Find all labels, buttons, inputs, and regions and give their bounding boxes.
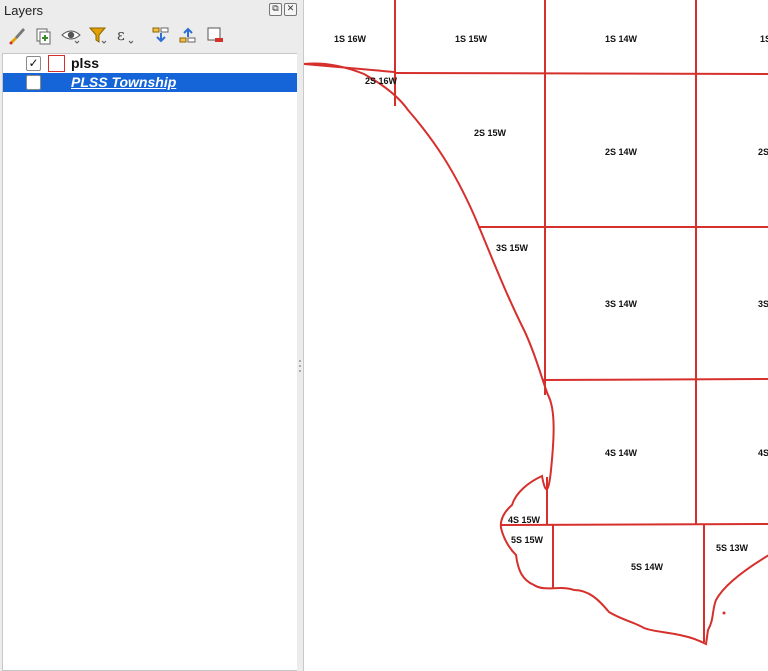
township-label: 2S 15W bbox=[474, 128, 507, 138]
township-boundaries bbox=[304, 0, 768, 646]
layer-visibility-checkbox[interactable] bbox=[26, 75, 41, 90]
layer-row-plss-township[interactable]: PLSS Township bbox=[3, 73, 297, 92]
svg-text:ε: ε bbox=[117, 26, 125, 44]
splitter-grip bbox=[299, 360, 301, 362]
township-label: 5S 13W bbox=[716, 543, 749, 553]
filter-expression-icon[interactable]: ε bbox=[114, 24, 136, 46]
township-label: 2S 14W bbox=[605, 147, 638, 157]
layers-toolbar: ε bbox=[4, 24, 294, 48]
boundary-line bbox=[541, 378, 768, 381]
township-label: 5S 14W bbox=[631, 562, 664, 572]
map-point bbox=[722, 611, 726, 615]
township-label: 1S 14W bbox=[605, 34, 638, 44]
collapse-all-icon[interactable] bbox=[177, 24, 199, 46]
layers-panel: Layers ⧉ ✕ ε ✓ plss PLSS Township bbox=[0, 0, 298, 671]
float-panel-button[interactable]: ⧉ bbox=[269, 3, 282, 16]
layer-name[interactable]: plss bbox=[71, 55, 99, 71]
filter-legend-icon[interactable] bbox=[87, 24, 109, 46]
add-group-icon[interactable] bbox=[33, 24, 55, 46]
township-label: 4S bbox=[758, 448, 768, 458]
township-label: 4S 14W bbox=[605, 448, 638, 458]
township-label: 3S 15W bbox=[496, 243, 529, 253]
township-map: 1S 16W 1S 15W 1S 14W 1S 2S 16W 2S 15W 2S… bbox=[304, 0, 768, 646]
township-label: 4S 15W bbox=[508, 515, 541, 525]
township-label: 3S 14W bbox=[605, 299, 638, 309]
township-labels: 1S 16W 1S 15W 1S 14W 1S 2S 16W 2S 15W 2S… bbox=[334, 34, 768, 572]
coastline bbox=[304, 62, 768, 646]
layer-visibility-checkbox[interactable]: ✓ bbox=[26, 56, 41, 71]
splitter-grip bbox=[299, 365, 301, 367]
remove-layer-icon[interactable] bbox=[204, 24, 226, 46]
visibility-icon[interactable] bbox=[60, 24, 82, 46]
boundary-line bbox=[499, 523, 768, 526]
map-canvas[interactable]: 1S 16W 1S 15W 1S 14W 1S 2S 16W 2S 15W 2S… bbox=[303, 0, 768, 671]
layer-tree[interactable]: ✓ plss PLSS Township bbox=[2, 53, 298, 671]
layer-row-plss[interactable]: ✓ plss bbox=[3, 54, 297, 73]
boundary-line bbox=[393, 72, 768, 75]
township-label: 1S 15W bbox=[455, 34, 488, 44]
expand-all-icon[interactable] bbox=[150, 24, 172, 46]
township-label: 2S 16W bbox=[365, 76, 398, 86]
township-label: 2S bbox=[758, 147, 768, 157]
township-label: 1S bbox=[760, 34, 768, 44]
close-panel-button[interactable]: ✕ bbox=[284, 3, 297, 16]
splitter-grip bbox=[299, 370, 301, 372]
style-manager-icon[interactable] bbox=[6, 24, 28, 46]
layer-symbol-swatch[interactable] bbox=[48, 55, 65, 72]
township-label: 1S 16W bbox=[334, 34, 367, 44]
layer-name[interactable]: PLSS Township bbox=[71, 74, 176, 90]
township-label: 3S bbox=[758, 299, 768, 309]
panel-title: Layers bbox=[4, 3, 44, 18]
township-label: 5S 15W bbox=[511, 535, 544, 545]
